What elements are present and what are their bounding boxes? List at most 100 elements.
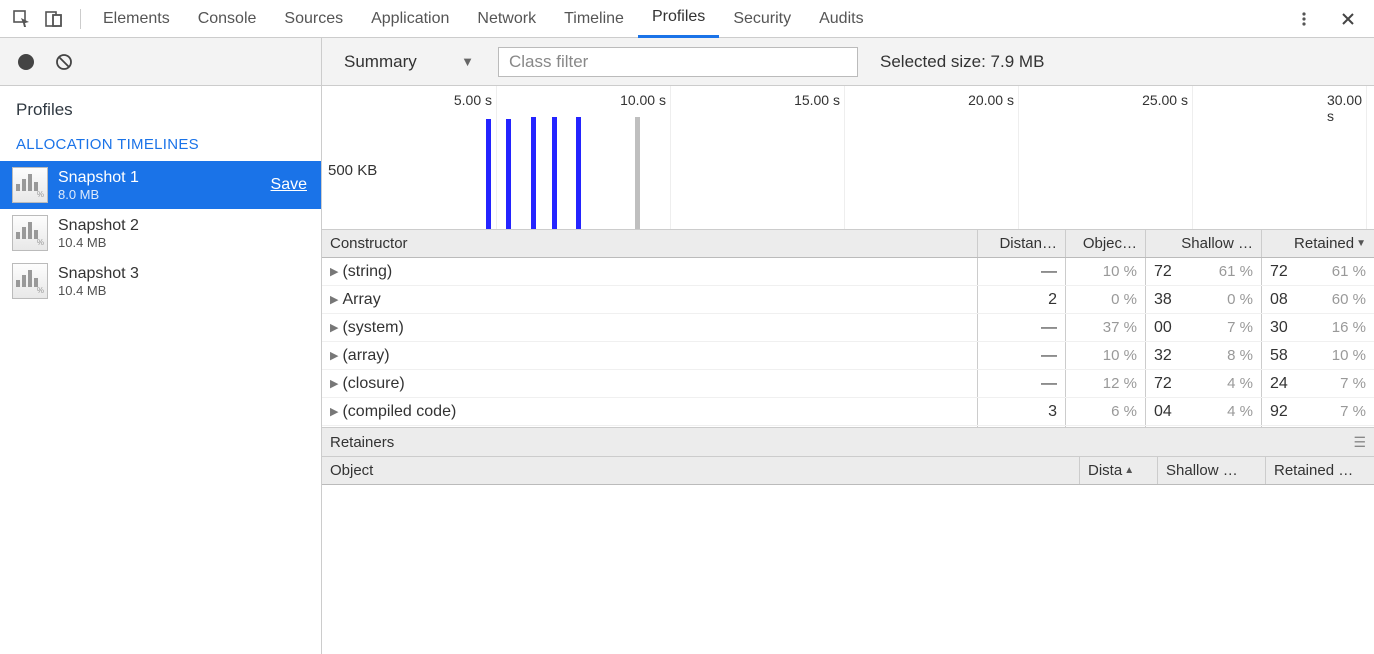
timeline-tick: 30.00 s <box>1327 92 1366 124</box>
constructor-name: (string) <box>342 263 392 281</box>
chevron-down-icon: ▼ <box>461 54 474 69</box>
view-dropdown[interactable]: Summary ▼ <box>334 48 484 76</box>
constructor-row[interactable]: ▶(string) — 10 % 7261 % 7261 % <box>322 258 1374 286</box>
snapshot-save-link[interactable]: Save <box>271 176 309 194</box>
objects-cell: 6 % <box>1066 398 1146 425</box>
retainers-grid-header: Object Dista▲ Shallow … Retained … <box>322 457 1374 485</box>
kebab-menu-icon[interactable] <box>1290 5 1318 33</box>
tab-profiles[interactable]: Profiles <box>638 0 719 38</box>
snapshot-item[interactable]: % Snapshot 2 10.4 MB <box>0 209 321 257</box>
profiles-sidebar: Profiles ALLOCATION TIMELINES % Snapshot… <box>0 38 322 654</box>
shallow-cell: 007 % <box>1146 314 1262 341</box>
retainer-header-shallow[interactable]: Shallow … <box>1158 457 1266 484</box>
view-dropdown-label: Summary <box>344 52 417 72</box>
retainer-header-distance[interactable]: Dista▲ <box>1080 457 1158 484</box>
retained-cell: 927 % <box>1262 398 1374 425</box>
constructor-row[interactable]: ▶ (compiled code) 3 6 % 044 % 927 % <box>322 398 1374 426</box>
retainer-header-object[interactable]: Object <box>322 457 1080 484</box>
tab-network[interactable]: Network <box>463 0 550 38</box>
sort-desc-icon: ▼ <box>1356 238 1366 249</box>
shallow-cell: 380 % <box>1146 286 1262 313</box>
allocation-bar <box>576 117 581 229</box>
snapshot-title: Snapshot 1 <box>58 169 271 187</box>
header-constructor[interactable]: Constructor <box>322 230 978 257</box>
header-shallow[interactable]: Shallow … <box>1146 230 1262 257</box>
retainer-header-retained[interactable]: Retained … <box>1266 457 1374 484</box>
record-button[interactable] <box>12 48 40 76</box>
retained-cell: 5810 % <box>1262 342 1374 369</box>
constructor-grid-header: Constructor Distan… Objec… Shallow … Ret… <box>322 230 1374 258</box>
allocation-bar <box>506 119 511 229</box>
tab-security[interactable]: Security <box>719 0 805 38</box>
sort-asc-icon: ▲ <box>1124 465 1134 476</box>
timeline-tick: 15.00 s <box>794 92 844 108</box>
snapshot-title: Snapshot 2 <box>58 217 309 235</box>
distance-cell: — <box>978 342 1066 369</box>
snapshot-size: 10.4 MB <box>58 283 309 298</box>
distance-cell: — <box>978 370 1066 397</box>
class-filter-input[interactable] <box>498 47 858 77</box>
hamburger-icon[interactable]: ☰ <box>1353 434 1366 451</box>
allocation-bar <box>486 119 491 229</box>
constructor-name: Array <box>342 291 380 309</box>
constructor-row[interactable]: ▶(array) — 10 % 328 % 5810 % <box>322 342 1374 370</box>
retained-cell: 7261 % <box>1262 258 1374 285</box>
tab-audits[interactable]: Audits <box>805 0 877 38</box>
header-retained[interactable]: Retained ▼ <box>1262 230 1374 257</box>
disclosure-triangle-icon[interactable]: ▶ <box>330 293 338 306</box>
tab-console[interactable]: Console <box>184 0 271 38</box>
tab-sources[interactable]: Sources <box>270 0 357 38</box>
allocation-bar <box>635 117 640 229</box>
constructor-name: (compiled code) <box>342 403 456 421</box>
constructor-row[interactable]: ▶(system) — 37 % 007 % 3016 % <box>322 314 1374 342</box>
distance-cell: 2 <box>978 286 1066 313</box>
disclosure-triangle-icon[interactable]: ▶ <box>330 349 338 362</box>
selected-size-label: Selected size: 7.9 MB <box>880 52 1044 72</box>
tab-timeline[interactable]: Timeline <box>550 0 638 38</box>
constructor-row[interactable]: ▶Array 2 0 % 380 % 0860 % <box>322 286 1374 314</box>
timeline-tick: 5.00 s <box>454 92 496 108</box>
clear-button[interactable] <box>50 48 78 76</box>
retained-cell: 247 % <box>1262 370 1374 397</box>
allocation-timeline[interactable]: 500 KB 5.00 s10.00 s15.00 s20.00 s25.00 … <box>322 86 1374 230</box>
distance-cell: 3 <box>978 398 1066 425</box>
allocation-timelines-label: ALLOCATION TIMELINES <box>0 132 321 161</box>
snapshot-icon: % <box>12 215 48 251</box>
panel-tabs: ElementsConsoleSourcesApplicationNetwork… <box>89 0 878 38</box>
snapshot-item[interactable]: % Snapshot 3 10.4 MB <box>0 257 321 305</box>
shallow-cell: 328 % <box>1146 342 1262 369</box>
separator <box>80 9 81 29</box>
header-distance[interactable]: Distan… <box>978 230 1066 257</box>
disclosure-triangle-icon[interactable]: ▶ <box>330 265 338 278</box>
sidebar-toolbar <box>0 38 321 86</box>
snapshot-title: Snapshot 3 <box>58 265 309 283</box>
disclosure-triangle-icon[interactable]: ▶ <box>330 377 338 390</box>
retained-cell: 0860 % <box>1262 286 1374 313</box>
tab-elements[interactable]: Elements <box>89 0 184 38</box>
snapshot-icon: % <box>12 263 48 299</box>
disclosure-triangle-icon[interactable]: ▶ <box>330 321 338 334</box>
shallow-cell: 044 % <box>1146 398 1262 425</box>
constructor-row[interactable]: ▶(closure) — 12 % 724 % 247 % <box>322 370 1374 398</box>
constructor-grid-body[interactable]: ▶(string) — 10 % 7261 % 7261 % ▶Array 2 … <box>322 258 1374 427</box>
distance-cell: — <box>978 314 1066 341</box>
header-objects[interactable]: Objec… <box>1066 230 1146 257</box>
snapshot-item[interactable]: % Snapshot 1 8.0 MB Save <box>0 161 321 209</box>
devtools-toolbar: ElementsConsoleSourcesApplicationNetwork… <box>0 0 1374 38</box>
snapshot-size: 8.0 MB <box>58 187 271 202</box>
disclosure-triangle-icon[interactable]: ▶ <box>330 405 338 418</box>
inspect-icon[interactable] <box>8 5 36 33</box>
shallow-cell: 7261 % <box>1146 258 1262 285</box>
device-mode-icon[interactable] <box>40 5 68 33</box>
timeline-tick: 20.00 s <box>968 92 1018 108</box>
tab-application[interactable]: Application <box>357 0 463 38</box>
timeline-tick: 25.00 s <box>1142 92 1192 108</box>
summary-controls: Summary ▼ Selected size: 7.9 MB <box>322 38 1374 86</box>
distance-cell: — <box>978 258 1066 285</box>
profiles-main: Summary ▼ Selected size: 7.9 MB 500 KB 5… <box>322 38 1374 654</box>
snapshot-icon: % <box>12 167 48 203</box>
retainers-grid-body[interactable] <box>322 485 1374 654</box>
close-icon[interactable] <box>1334 5 1362 33</box>
timeline-y-label: 500 KB <box>328 162 377 179</box>
objects-cell: 12 % <box>1066 370 1146 397</box>
